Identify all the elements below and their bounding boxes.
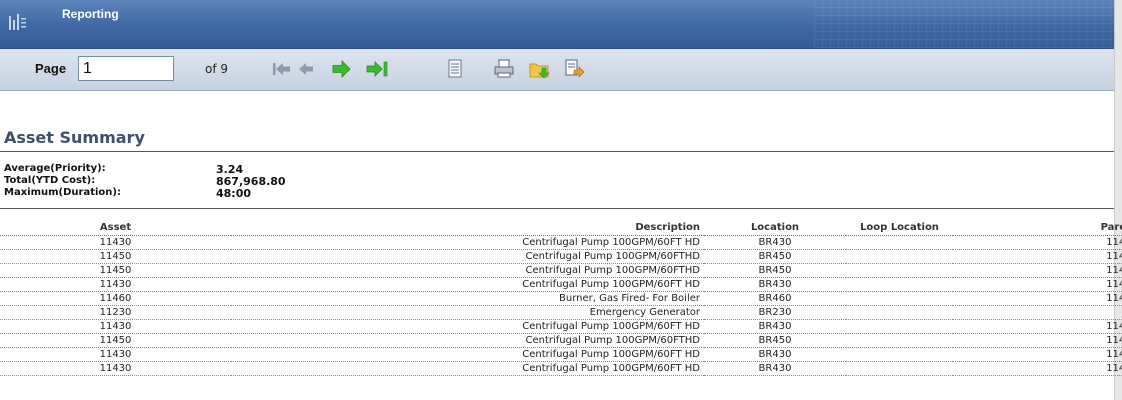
cell-loop-location [846, 347, 953, 362]
table-row[interactable]: 11230 Emergency Generator BR230 [0, 305, 1122, 320]
cell-description: Centrifugal Pump 100GPM/60FTHD [231, 249, 704, 264]
cell-location: BR460 [704, 291, 846, 306]
table-row[interactable]: 11430 Centrifugal Pump 100GPM/60FT HD BR43… [0, 347, 1122, 362]
cell-location: BR430 [704, 361, 846, 376]
table-body: 11430 Centrifugal Pump 100GPM/60FT HD BR43… [0, 235, 1122, 376]
column-header-parent: Parent [953, 219, 1122, 236]
cell-asset: 11230 [0, 305, 231, 320]
cell-location: BR450 [704, 263, 846, 278]
cell-loop-location [846, 319, 953, 334]
cell-asset: 11430 [0, 361, 231, 376]
summary-label: Total(YTD Cost): [4, 175, 96, 186]
column-header-loop-location: Loop Location [846, 219, 953, 236]
cell-parent: 11400 [953, 333, 1122, 348]
cell-asset: 11450 [0, 263, 231, 278]
cell-asset: 11450 [0, 249, 231, 264]
asset-table: Asset Description Location Loop Location… [0, 219, 1122, 376]
document-icon[interactable] [444, 58, 466, 80]
folder-export-icon[interactable] [528, 58, 550, 80]
column-header-asset: Asset [0, 219, 231, 236]
cell-description: Centrifugal Pump 100GPM/60FT HD [231, 319, 704, 334]
cell-loop-location [846, 249, 953, 264]
cell-description: Centrifugal Pump 100GPM/60FTHD [231, 263, 704, 278]
last-page-icon[interactable] [366, 58, 388, 80]
cell-parent: 11400 [953, 347, 1122, 362]
next-page-icon[interactable] [331, 58, 353, 80]
cell-description: Centrifugal Pump 100GPM/60FT HD [231, 361, 704, 376]
summary-label: Maximum(Duration): [4, 187, 121, 198]
cell-description: Centrifugal Pump 100GPM/60FT HD [231, 347, 704, 362]
cell-description: Centrifugal Pump 100GPM/60FT HD [231, 235, 704, 250]
column-header-location: Location [704, 219, 846, 236]
cell-loop-location [846, 361, 953, 376]
paging-toolbar: Page of 9 [0, 49, 1114, 91]
page-label: Page [35, 61, 67, 76]
summary-value: 48:00 [216, 187, 252, 200]
cell-parent [953, 305, 1122, 320]
cell-loop-location [846, 277, 953, 292]
cell-location: BR430 [704, 347, 846, 362]
table-row[interactable]: 11430 Centrifugal Pump 100GPM/60FT HD BR43… [0, 361, 1122, 376]
cell-loop-location [846, 291, 953, 306]
cell-parent: 11400 [953, 235, 1122, 250]
first-page-icon[interactable] [271, 58, 293, 80]
cell-parent: 11400 [953, 319, 1122, 334]
cell-location: BR430 [704, 319, 846, 334]
cell-parent: 11400 [953, 249, 1122, 264]
column-header-description: Description [231, 219, 704, 236]
cell-loop-location [846, 305, 953, 320]
cell-parent: 11400 [953, 291, 1122, 306]
table-row[interactable]: 11450 Centrifugal Pump 100GPM/60FTHD BR450… [0, 263, 1122, 278]
table-row[interactable]: 11450 Centrifugal Pump 100GPM/60FTHD BR450… [0, 333, 1122, 348]
cell-location: BR430 [704, 277, 846, 292]
reporting-logo-icon [8, 13, 28, 31]
cell-description: Emergency Generator [231, 305, 704, 320]
cell-loop-location [846, 263, 953, 278]
cell-asset: 11460 [0, 291, 231, 306]
cell-description: Burner, Gas Fired- For Boiler [231, 291, 704, 306]
table-row[interactable]: 11460 Burner, Gas Fired- For Boiler BR460 1… [0, 291, 1122, 306]
cell-location: BR230 [704, 305, 846, 320]
app-titlebar: Reporting [0, 0, 1114, 49]
cell-parent: 11400 [953, 263, 1122, 278]
printer-icon[interactable] [493, 58, 515, 80]
app-title: Reporting [62, 7, 119, 21]
cell-loop-location [846, 235, 953, 250]
titlebar-pattern [814, 0, 1114, 48]
cell-parent: 11400 [953, 277, 1122, 292]
table-header-row: Asset Description Location Loop Location… [0, 219, 1122, 236]
cell-description: Centrifugal Pump 100GPM/60FTHD [231, 333, 704, 348]
export-data-icon[interactable] [563, 58, 585, 80]
title-divider [0, 151, 1114, 152]
cell-asset: 11430 [0, 347, 231, 362]
cell-location: BR450 [704, 333, 846, 348]
summary-label: Average(Priority): [4, 163, 106, 174]
cell-location: BR450 [704, 249, 846, 264]
previous-page-icon[interactable] [296, 58, 318, 80]
cell-location: BR430 [704, 235, 846, 250]
table-row[interactable]: 11430 Centrifugal Pump 100GPM/60FT HD BR43… [0, 235, 1122, 250]
table-row[interactable]: 11430 Centrifugal Pump 100GPM/60FT HD BR43… [0, 277, 1122, 292]
cell-asset: 11450 [0, 333, 231, 348]
cell-asset: 11430 [0, 235, 231, 250]
cell-description: Centrifugal Pump 100GPM/60FT HD [231, 277, 704, 292]
page-number-input[interactable] [78, 56, 174, 81]
table-row[interactable]: 11430 Centrifugal Pump 100GPM/60FT HD BR43… [0, 319, 1122, 334]
cell-parent: 11400 [953, 361, 1122, 376]
table-top-divider [0, 208, 1114, 209]
cell-asset: 11430 [0, 277, 231, 292]
page-count-text: of 9 [205, 62, 229, 76]
report-title: Asset Summary [4, 128, 145, 147]
table-row[interactable]: 11450 Centrifugal Pump 100GPM/60FTHD BR450… [0, 249, 1122, 264]
cell-loop-location [846, 333, 953, 348]
cell-asset: 11430 [0, 319, 231, 334]
